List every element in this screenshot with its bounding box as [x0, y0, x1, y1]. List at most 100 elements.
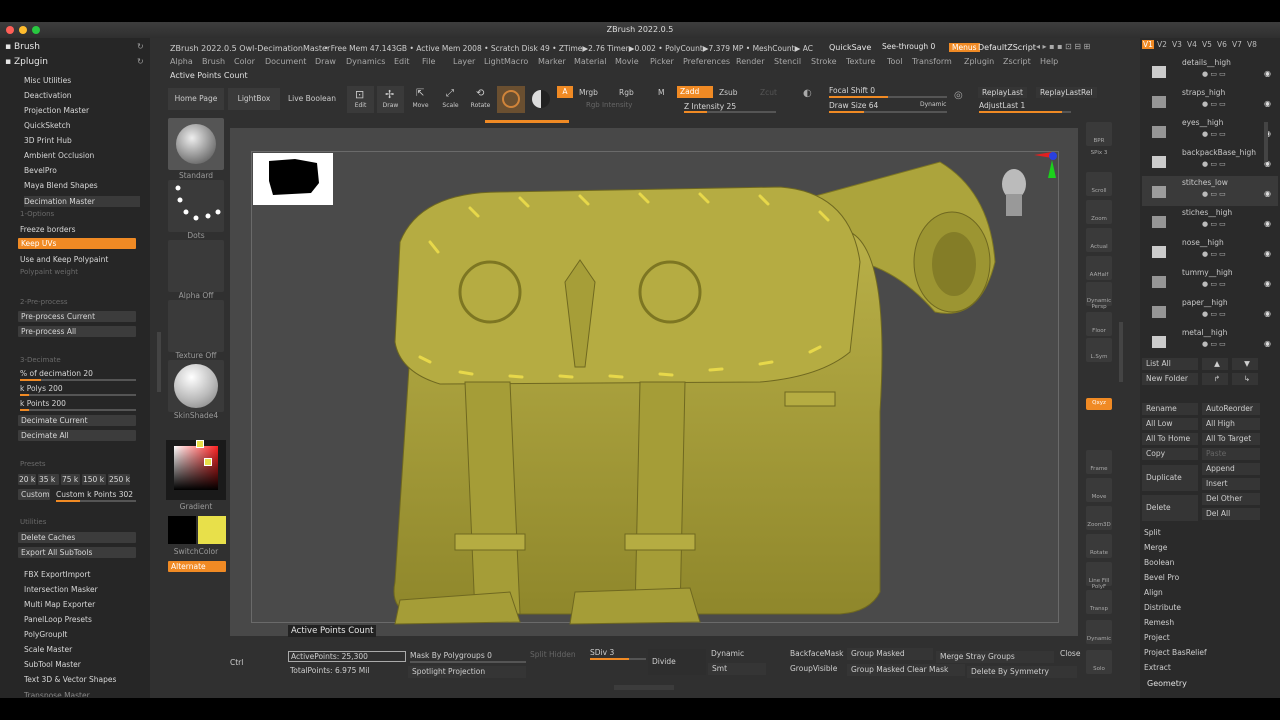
shelf-actual-button[interactable]: Actual [1086, 228, 1112, 252]
replay-last-rel-button[interactable]: ReplayLastRel [1036, 87, 1097, 98]
custom-preset-button[interactable]: Custom [18, 489, 50, 500]
palette-popout-icon[interactable]: ↻ [137, 57, 144, 66]
close-holes-button[interactable]: Close [1060, 649, 1080, 658]
geometry-subpalette[interactable]: Geometry [1147, 679, 1187, 688]
menu-texture[interactable]: Texture [846, 57, 875, 66]
paste-button[interactable]: Paste [1202, 448, 1260, 460]
zplugin-palette-header[interactable]: ▪ Zplugin [5, 57, 48, 67]
menu-macro[interactable]: Macro [504, 57, 528, 66]
version-tab-v2[interactable]: V2 [1157, 40, 1167, 49]
shelf-qxyz-button[interactable]: Qxyz [1086, 398, 1112, 410]
shelf-move-button[interactable]: Move [1086, 478, 1112, 502]
hue-cursor[interactable] [196, 440, 204, 448]
menu-stencil[interactable]: Stencil [774, 57, 801, 66]
shelf-spacer-button[interactable] [1086, 368, 1112, 384]
color-sphere-button[interactable] [530, 86, 552, 113]
action-extract[interactable]: Extract [1144, 663, 1171, 672]
menu-zplugin[interactable]: Zplugin [964, 57, 994, 66]
action-bevel-pro[interactable]: Bevel Pro [1144, 573, 1179, 582]
subtool-toggles-icon[interactable]: ● ▭ ▭ [1202, 130, 1226, 138]
divide-button[interactable]: Divide [648, 649, 706, 675]
plugin-projection-master[interactable]: Projection Master [24, 106, 89, 115]
eye-icon[interactable]: ◉ [1264, 339, 1271, 348]
menus-toggle[interactable]: Menus [949, 43, 980, 52]
menu-brush[interactable]: Brush [202, 57, 225, 66]
subtool-row[interactable]: nose__high ● ▭ ▭ ◉ [1142, 236, 1278, 266]
action-project-basrelief[interactable]: Project BasRelief [1144, 648, 1207, 657]
mask-by-polygroups-track[interactable] [410, 661, 526, 663]
subtool-row[interactable]: backpackBase_high ● ▭ ▭ ◉ [1142, 146, 1278, 176]
shelf-solo-button[interactable]: Solo [1086, 650, 1112, 674]
texture-button[interactable] [168, 300, 224, 352]
list-all-button[interactable]: List All [1142, 358, 1198, 370]
shelf-rotate-button[interactable]: Rotate [1086, 534, 1112, 558]
primary-color-swatch[interactable] [198, 516, 226, 544]
preprocess-all-button[interactable]: Pre-process All [18, 326, 136, 337]
subtool-row[interactable]: straps_high ● ▭ ▭ ◉ [1142, 86, 1278, 116]
zsub-toggle[interactable]: Zsub [719, 88, 738, 97]
eye-icon[interactable]: ◉ [1264, 279, 1271, 288]
delete-caches-button[interactable]: Delete Caches [18, 532, 136, 543]
action-remesh[interactable]: Remesh [1144, 618, 1174, 627]
keep-polypaint-toggle[interactable]: Use and Keep Polypaint [20, 255, 108, 264]
shelf-dynamic-button[interactable]: Dynamic [1086, 620, 1112, 644]
plugin-scale-master[interactable]: Scale Master [24, 645, 72, 654]
version-tab-v8[interactable]: V8 [1247, 40, 1257, 49]
rgb-toggle[interactable]: Rgb [619, 88, 634, 97]
eye-icon[interactable]: ◉ [1264, 69, 1271, 78]
subtool-toggles-icon[interactable]: ● ▭ ▭ [1202, 340, 1226, 348]
preset-35k[interactable]: 35 k [38, 474, 59, 485]
version-tab-v5[interactable]: V5 [1202, 40, 1212, 49]
z-intensity-track[interactable] [684, 111, 776, 113]
quicksave-button[interactable]: QuickSave [829, 43, 871, 52]
menu-edit[interactable]: Edit [394, 57, 410, 66]
subtool-toggles-icon[interactable]: ● ▭ ▭ [1202, 160, 1226, 168]
draw-size-slider[interactable]: Draw Size 64 [829, 101, 878, 110]
all-to-home-button[interactable]: All To Home [1142, 433, 1198, 445]
default-zscript[interactable]: DefaultZScript [978, 43, 1036, 52]
plugin-polygroupit[interactable]: PolyGroupIt [24, 630, 67, 639]
pct-decimation-slider[interactable]: % of decimation 20 [20, 369, 93, 378]
color-picker-square[interactable] [174, 446, 218, 490]
alpha-button[interactable] [168, 240, 224, 292]
plugin-ambient-occlusion[interactable]: Ambient Occlusion [24, 151, 94, 160]
menu-document[interactable]: Document [265, 57, 306, 66]
action-align[interactable]: Align [1144, 588, 1163, 597]
subtool-scrollbar[interactable] [1264, 122, 1268, 162]
eye-icon[interactable]: ◉ [1264, 99, 1271, 108]
see-through-slider[interactable]: See-through 0 [882, 42, 935, 51]
color-picker-cursor[interactable] [204, 458, 212, 466]
minimize-window-icon[interactable] [19, 26, 27, 34]
shelf-transp-button[interactable]: Transp [1086, 590, 1112, 614]
duplicate-button[interactable]: Duplicate [1142, 465, 1198, 491]
lightbox-button[interactable]: LightBox [228, 88, 280, 110]
subtool-row[interactable]: stitches_low ● ▭ ▭ ◉ [1142, 176, 1278, 206]
subtool-toggles-icon[interactable]: ● ▭ ▭ [1202, 190, 1226, 198]
plugin-transpose-master[interactable]: Transpose Master [24, 691, 90, 697]
action-distribute[interactable]: Distribute [1144, 603, 1181, 612]
spotlight-projection-toggle[interactable]: Spotlight Projection [408, 666, 526, 678]
shelf-zoom3d-button[interactable]: Zoom3D [1086, 506, 1112, 530]
custom-k-points-slider[interactable]: Custom k Points 302 [56, 490, 133, 499]
smt-toggle[interactable]: Smt [708, 663, 766, 675]
a-toggle[interactable]: A [557, 86, 573, 98]
menu-stroke[interactable]: Stroke [811, 57, 837, 66]
copy-button[interactable]: Copy [1142, 448, 1198, 460]
zadd-toggle[interactable]: Zadd [677, 86, 713, 98]
subtool-row[interactable]: details__high ● ▭ ▭ ◉ [1142, 56, 1278, 86]
subtool-row[interactable]: paper__high ● ▭ ▭ ◉ [1142, 296, 1278, 326]
k-polys-slider[interactable]: k Polys 200 [20, 384, 63, 393]
del-other-button[interactable]: Del Other [1202, 493, 1260, 505]
bottom-scroll-handle[interactable] [614, 685, 674, 690]
shelf-aahalf-button[interactable]: AAHalf [1086, 256, 1112, 280]
scale-mode-button[interactable]: ⤢ Scale [437, 86, 464, 113]
all-high-button[interactable]: All High [1202, 418, 1260, 430]
plugin-subtool-master[interactable]: SubTool Master [24, 660, 81, 669]
maximize-window-icon[interactable] [32, 26, 40, 34]
plugin-decimation-master[interactable]: Decimation Master [24, 196, 140, 207]
axis-gizmo-icon[interactable] [1034, 150, 1062, 184]
palette-popout-icon[interactable]: ↻ [137, 42, 144, 51]
version-tab-v4[interactable]: V4 [1187, 40, 1197, 49]
adjust-last-slider[interactable]: AdjustLast 1 [979, 101, 1025, 110]
orientation-head-icon[interactable] [996, 168, 1032, 220]
